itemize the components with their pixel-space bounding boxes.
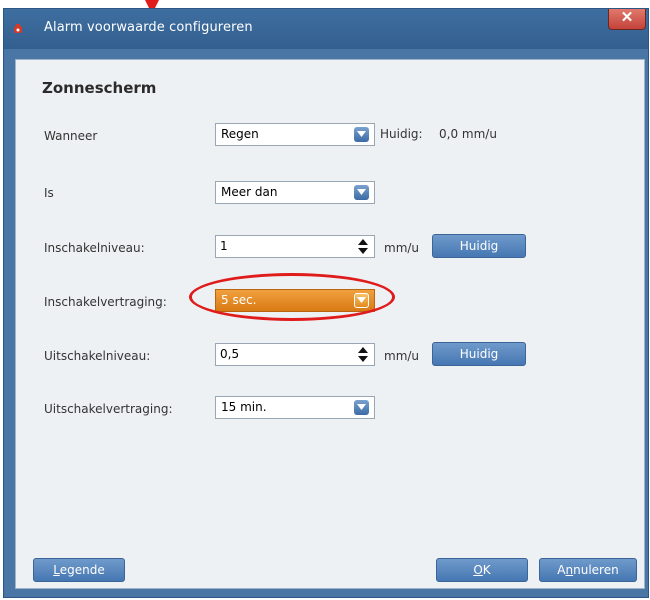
cancel-mnemonic: n [565,563,574,577]
ok-label: K [482,563,491,577]
alarm-icon [14,24,22,33]
close-icon: ✕ [620,9,634,26]
section-title: Zonnescherm [42,79,157,97]
uitschakelniveau-label: Uitschakelniveau: [44,349,151,363]
inschakelniveau-stepper[interactable]: 1 [215,235,375,258]
current-value: 0,0 mm/u [439,127,497,141]
cancel-button[interactable]: Annuleren [539,558,637,582]
cancel-label: nuleren [573,563,619,577]
spinner-arrows-icon[interactable] [358,347,368,362]
window-title: Alarm voorwaarde configureren [44,20,253,35]
legend-button[interactable]: Legende [33,558,125,582]
inschakelniveau-label: Inschakelniveau: [44,241,145,255]
highlight-ellipse [189,273,395,321]
close-button[interactable]: ✕ [608,9,646,30]
chevron-down-icon[interactable] [354,400,369,415]
uitschakelvertraging-value: 15 min. [221,400,267,414]
title-bar[interactable]: Alarm voorwaarde configureren ✕ [4,9,648,49]
current-prefix: Huidig: [380,127,423,141]
uitschakelvertraging-select[interactable]: 15 min. [215,396,375,419]
inschakelniveau-unit: mm/u [384,241,420,255]
is-label: Is [44,186,54,200]
cancel-prefix: A [557,563,566,577]
spinner-arrows-icon[interactable] [358,239,368,254]
inschakelniveau-value: 1 [220,239,228,253]
huidig-button-in[interactable]: Huidig [432,234,526,258]
inschakelvertraging-label: Inschakelvertraging: [44,295,167,309]
legend-label: egende [59,563,105,577]
wanneer-value: Regen [221,127,259,141]
chevron-down-icon[interactable] [354,127,369,142]
huidig-button-uit[interactable]: Huidig [432,342,526,366]
ok-button[interactable]: OK [436,558,528,582]
wanneer-label: Wanneer [44,129,98,143]
is-value: Meer dan [221,185,278,199]
wanneer-select[interactable]: Regen [215,123,375,146]
uitschakelniveau-value: 0,5 [220,347,240,361]
uitschakelniveau-unit: mm/u [384,349,420,363]
ok-mnemonic: O [473,563,483,577]
uitschakelniveau-stepper[interactable]: 0,5 [215,343,375,366]
uitschakelvertraging-label: Uitschakelvertraging: [44,402,173,416]
is-select[interactable]: Meer dan [215,181,375,204]
content-panel: Zonnescherm Wanneer Regen Huidig: 0,0 mm… [15,59,645,589]
chevron-down-icon[interactable] [354,185,369,200]
